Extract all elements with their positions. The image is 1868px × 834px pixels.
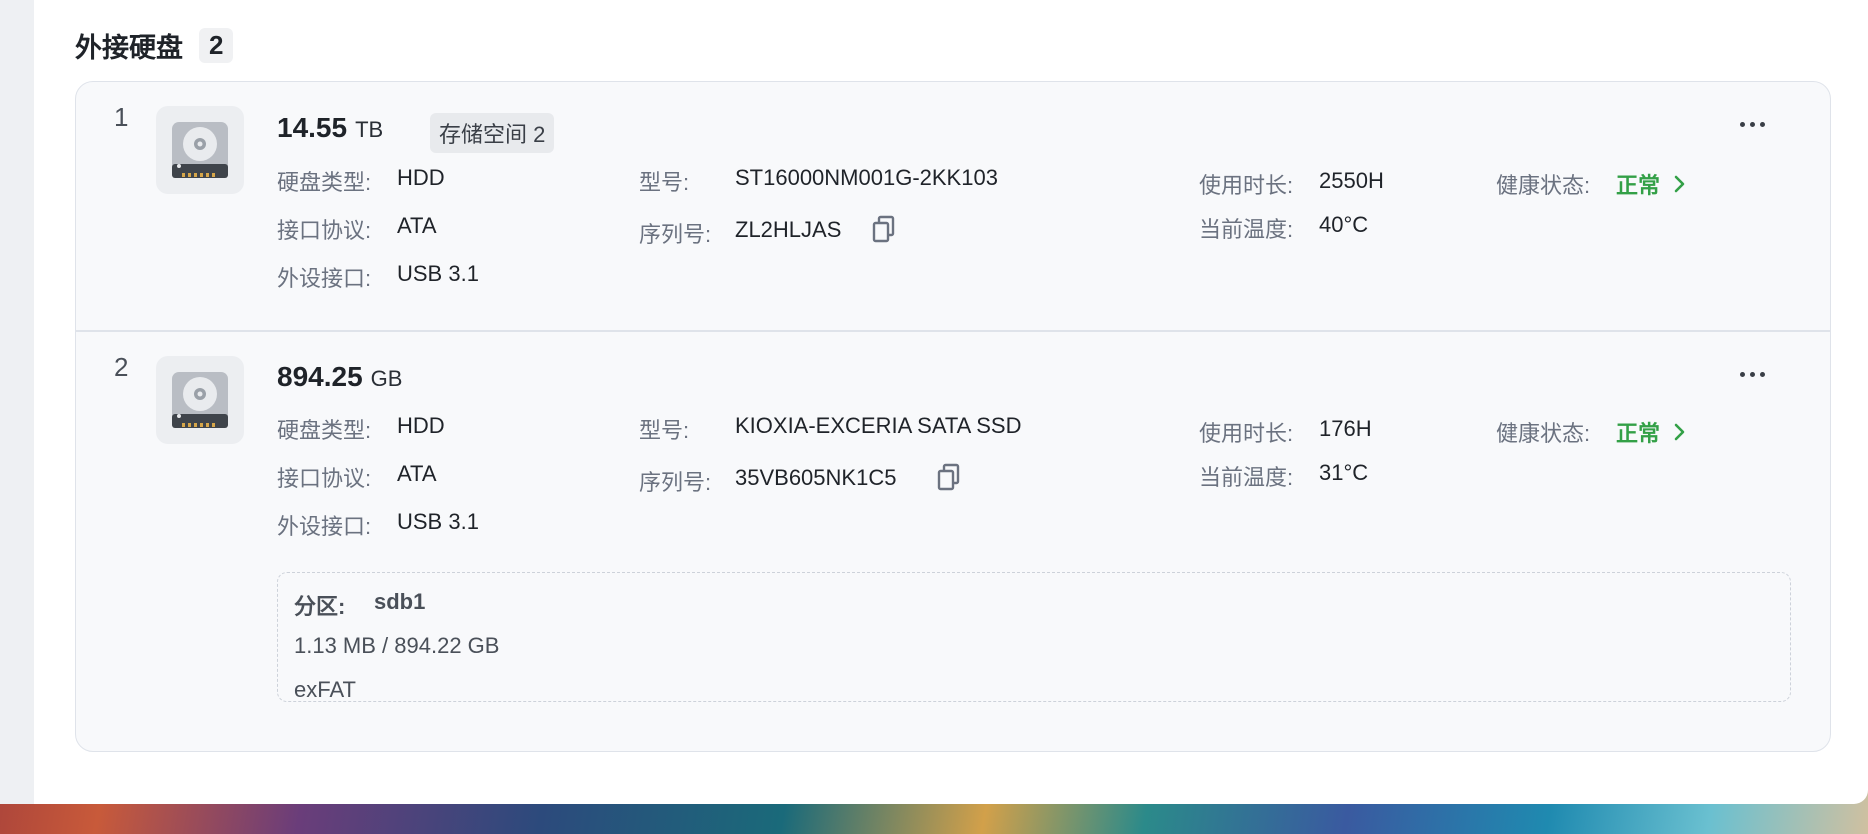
model-value: ST16000NM001G-2KK103 <box>735 165 998 190</box>
temperature-label: 当前温度: <box>1199 465 1294 490</box>
disk-capacity: 894.25 GB <box>277 361 402 393</box>
port-label: 外设接口: <box>277 266 372 291</box>
model-label: 型号: <box>639 170 690 195</box>
protocol-label: 接口协议: <box>277 466 372 491</box>
partition-label: 分区: <box>294 594 346 619</box>
chevron-right-icon <box>1674 423 1685 441</box>
section-title: 外接硬盘 <box>75 33 183 63</box>
disk-count-badge: 2 <box>199 28 234 63</box>
capacity-unit: TB <box>355 117 384 142</box>
disk-type-value: HDD <box>397 165 445 190</box>
window-left-strip <box>0 0 34 804</box>
serial-label: 序列号: <box>639 470 712 495</box>
serial-label: 序列号: <box>639 222 712 247</box>
section-header: 外接硬盘 2 <box>75 26 234 65</box>
usage-hours-value: 2550H <box>1319 168 1384 193</box>
copy-icon[interactable] <box>936 463 962 491</box>
health-label: 健康状态: <box>1496 173 1591 198</box>
partition-card[interactable]: 分区: sdb1 1.13 MB / 894.22 GB exFAT <box>277 572 1791 702</box>
disk-type-label: 硬盘类型: <box>277 170 372 195</box>
app-window: 外接硬盘 2 1 14.55 TB 存储空间 2 硬盘类型: HDD 接口协议:… <box>0 0 1868 804</box>
capacity-unit: GB <box>370 366 403 391</box>
more-dots-icon[interactable] <box>1740 114 1765 134</box>
partition-name: sdb1 <box>374 589 426 614</box>
hard-drive-icon <box>156 356 244 444</box>
health-status-value: 正常 <box>1616 173 1661 198</box>
usage-hours-label: 使用时长: <box>1199 173 1294 198</box>
port-label: 外设接口: <box>277 514 372 539</box>
model-label: 型号: <box>639 418 690 443</box>
model-value: KIOXIA-EXCERIA SATA SSD <box>735 413 1022 438</box>
temperature-label: 当前温度: <box>1199 217 1294 242</box>
disk-index: 1 <box>114 102 129 132</box>
storage-space-tag: 存储空间 2 <box>430 113 555 153</box>
disk-index: 2 <box>114 352 129 382</box>
hard-drive-icon <box>156 106 244 194</box>
disk-row: 1 14.55 TB 存储空间 2 硬盘类型: HDD 接口协议: ATA 外设… <box>76 82 1830 330</box>
copy-icon[interactable] <box>871 215 897 243</box>
chevron-right-icon <box>1674 175 1685 193</box>
usage-hours-value: 176H <box>1319 416 1372 441</box>
temperature-value: 31°C <box>1319 460 1369 485</box>
partition-filesystem: exFAT <box>294 677 356 702</box>
health-status-link[interactable]: 正常 <box>1616 416 1686 448</box>
port-value: USB 3.1 <box>397 261 479 286</box>
disk-type-label: 硬盘类型: <box>277 418 372 443</box>
disk-type-value: HDD <box>397 413 445 438</box>
temperature-value: 40°C <box>1319 212 1369 237</box>
serial-value: ZL2HLJAS <box>735 217 842 242</box>
port-value: USB 3.1 <box>397 509 479 534</box>
partition-usage: 1.13 MB / 894.22 GB <box>294 633 500 658</box>
capacity-value: 14.55 <box>277 112 348 143</box>
more-dots-icon[interactable] <box>1740 364 1765 384</box>
capacity-value: 894.25 <box>277 361 363 392</box>
protocol-label: 接口协议: <box>277 218 372 243</box>
usage-hours-label: 使用时长: <box>1199 421 1294 446</box>
health-label: 健康状态: <box>1496 421 1591 446</box>
protocol-value: ATA <box>397 461 437 486</box>
external-disk-list: 1 14.55 TB 存储空间 2 硬盘类型: HDD 接口协议: ATA 外设… <box>75 81 1831 752</box>
disk-capacity: 14.55 TB <box>277 112 383 144</box>
health-status-value: 正常 <box>1616 421 1661 446</box>
serial-value: 35VB605NK1C5 <box>735 465 897 490</box>
health-status-link[interactable]: 正常 <box>1616 168 1686 200</box>
protocol-value: ATA <box>397 213 437 238</box>
